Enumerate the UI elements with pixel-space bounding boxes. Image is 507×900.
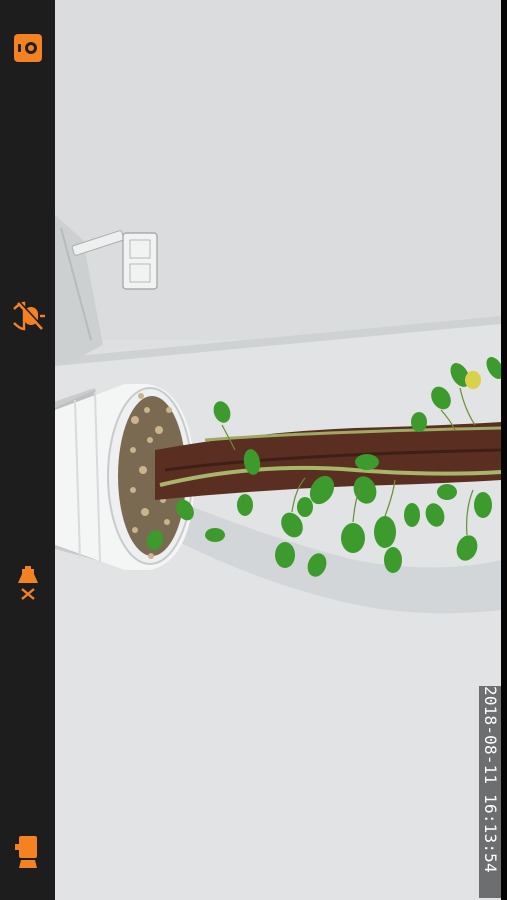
intercom-icon — [15, 834, 41, 870]
wall-socket — [122, 232, 158, 290]
camera-feed[interactable] — [55, 0, 501, 900]
snapshot-icon — [12, 32, 44, 64]
feed-scene — [55, 0, 501, 900]
intercom-button[interactable] — [6, 830, 50, 874]
mute-button[interactable] — [6, 294, 50, 338]
control-sidebar — [0, 0, 55, 900]
snapshot-button[interactable] — [6, 26, 50, 70]
upper-wall — [55, 0, 501, 340]
timestamp-text: 2018-08-11 16:13:54 — [481, 686, 500, 873]
letterbox-right — [501, 0, 507, 900]
camera-viewer: 2018-08-11 16:13:54 — [0, 0, 507, 900]
yellow-leaf — [465, 371, 481, 389]
alarm-toggle-button[interactable] — [6, 561, 50, 605]
mute-microphone-icon — [10, 299, 46, 333]
timestamp-overlay: 2018-08-11 16:13:54 — [479, 686, 501, 898]
alarm-off-icon — [16, 565, 40, 601]
